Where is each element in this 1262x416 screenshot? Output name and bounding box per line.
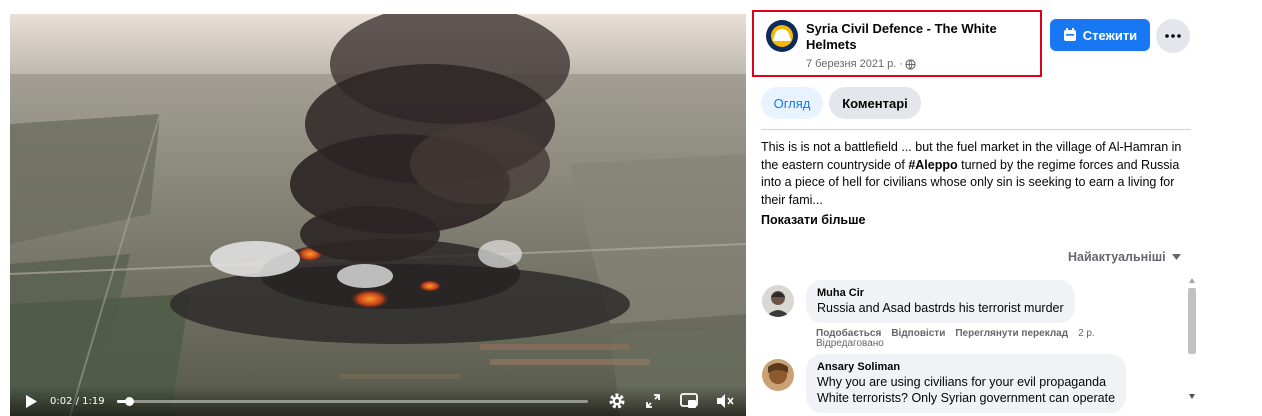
comment-author[interactable]: Muha Cir [817, 286, 1064, 300]
post-date[interactable]: 7 березня 2021 р. · [806, 58, 916, 70]
post-side-panel: Syria Civil Defence - The White Helmets … [752, 0, 1262, 416]
reply-comment-button[interactable]: Відповісти [891, 328, 945, 339]
volume-muted-icon[interactable] [714, 390, 736, 412]
divider [761, 129, 1191, 130]
follow-button[interactable]: Стежити [1050, 19, 1150, 51]
comments-list: Muha Cir Russia and Asad bastrds his ter… [752, 270, 1192, 416]
settings-gear-icon[interactable] [606, 390, 628, 412]
see-more-link[interactable]: Показати більше [761, 213, 865, 227]
facebook-video-post-view: 0:02 / 1:19 Syria Civil Defence - The Wh… [0, 0, 1262, 416]
page-name-link[interactable]: Syria Civil Defence - The White Helmets [806, 21, 1036, 53]
commenter-avatar[interactable] [762, 359, 794, 391]
see-translation-button[interactable]: Переглянути переклад [955, 328, 1068, 339]
video-player[interactable]: 0:02 / 1:19 [10, 14, 746, 416]
tab-overview[interactable]: Огляд [761, 87, 823, 119]
comment-author[interactable]: Ansary Soliman [817, 360, 1115, 374]
commenter-avatar[interactable] [762, 285, 794, 317]
comment-text-continued: White terrorists? Only Syrian government… [817, 391, 1116, 405]
ellipsis-icon [1165, 34, 1181, 38]
play-icon[interactable] [20, 390, 42, 412]
scroll-up-arrow-icon[interactable] [1189, 278, 1195, 283]
video-time: 0:02 / 1:19 [50, 395, 105, 407]
comment-edited-label: Відредаговано [816, 338, 884, 349]
post-description: This is is not a battlefield ... but the… [761, 139, 1193, 209]
post-date-text: 7 березня 2021 р. · [806, 58, 904, 70]
post-author-header: Syria Civil Defence - The White Helmets … [752, 10, 1042, 77]
comment-age[interactable]: 2 р. [1078, 328, 1095, 339]
page-avatar[interactable] [766, 20, 798, 52]
comment-sort-dropdown[interactable]: Найактуальніші [1068, 250, 1181, 264]
comments-scrollbar[interactable] [1186, 276, 1198, 404]
commenter-photo [762, 285, 794, 317]
comment-bubble: Muha Cir Russia and Asad bastrds his ter… [806, 280, 1075, 323]
scroll-down-arrow-icon[interactable] [1189, 394, 1195, 399]
globe-icon [905, 58, 916, 70]
comment-bubble: Ansary Soliman Why you are using civilia… [806, 354, 1127, 413]
tab-comments[interactable]: Коментарі [829, 87, 921, 119]
follow-button-label: Стежити [1082, 27, 1138, 43]
comment-text: Why you are using civilians for your evi… [817, 375, 1107, 389]
progress-knob[interactable] [124, 396, 134, 406]
white-helmets-logo-icon [768, 22, 796, 50]
video-controls: 0:02 / 1:19 [10, 386, 746, 416]
commenter-photo [762, 359, 794, 391]
follow-page-icon [1063, 28, 1076, 41]
comment-text: Russia and Asad bastrds his terrorist mu… [817, 301, 1064, 315]
scrollbar-thumb[interactable] [1188, 288, 1196, 354]
more-options-button[interactable] [1156, 19, 1190, 53]
fullscreen-expand-icon[interactable] [642, 390, 664, 412]
hashtag-link[interactable]: #Aleppo [908, 158, 957, 172]
miniplayer-icon[interactable] [678, 390, 700, 412]
video-progress-bar[interactable] [116, 396, 588, 406]
video-frame [10, 14, 746, 416]
sort-label: Найактуальніші [1068, 250, 1166, 264]
caret-down-icon [1171, 254, 1181, 260]
